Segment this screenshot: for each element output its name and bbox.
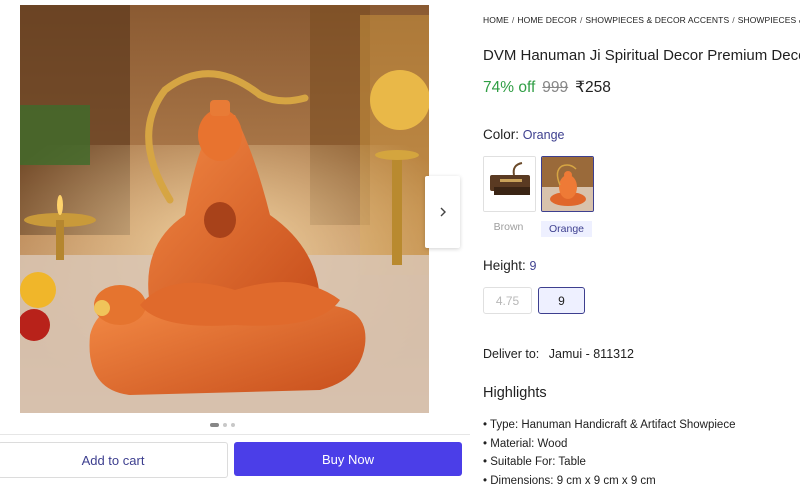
color-option-brown[interactable] bbox=[483, 156, 536, 212]
product-image[interactable] bbox=[20, 5, 429, 413]
delivery-location[interactable]: Deliver to: Jamui - 811312 bbox=[483, 347, 634, 361]
deliver-to-label: Deliver to: bbox=[483, 347, 540, 361]
breadcrumb: HOME / HOME DECOR / SHOWPIECES & DECOR ACCEN… bbox=[483, 15, 800, 25]
color-selector-label: Color: Orange bbox=[483, 127, 564, 142]
delivery-pincode: Jamui - 811312 bbox=[548, 347, 635, 361]
gallery-pagination bbox=[210, 423, 235, 427]
hanuman-statue-photo bbox=[20, 5, 429, 413]
highlight-item: Material: Wood bbox=[483, 435, 735, 454]
breadcrumb-separator: / bbox=[511, 15, 515, 25]
product-title: DVM Hanuman Ji Spiritual Decor Premium D… bbox=[483, 47, 800, 64]
selling-price: ₹258 bbox=[575, 79, 611, 96]
height-selector-label: Height: 9 bbox=[483, 258, 537, 273]
color-option-orange[interactable] bbox=[541, 156, 594, 212]
discount-percent: 74% off bbox=[483, 79, 536, 96]
breadcrumb-item[interactable]: HOME bbox=[483, 15, 509, 25]
selected-height: 9 bbox=[529, 259, 537, 273]
buy-now-button[interactable]: Buy Now bbox=[234, 442, 462, 476]
price-row: 74% off 999 ₹258 bbox=[483, 78, 611, 97]
breadcrumb-item[interactable]: HOME DECOR bbox=[517, 15, 577, 25]
add-to-cart-button[interactable]: Add to cart bbox=[0, 442, 228, 478]
breadcrumb-separator: / bbox=[579, 15, 583, 25]
divider bbox=[0, 434, 470, 435]
brown-variant-thumbnail bbox=[484, 157, 535, 211]
height-option-9[interactable]: 9 bbox=[538, 287, 585, 314]
highlights-list: Type: Hanuman Handicraft & Artifact Show… bbox=[483, 416, 735, 490]
color-option-brown-label[interactable]: Brown bbox=[483, 221, 534, 233]
color-option-orange-label[interactable]: Orange bbox=[541, 221, 592, 237]
color-label: Color: bbox=[483, 127, 520, 142]
original-price: 999 bbox=[542, 79, 569, 96]
next-image-button[interactable] bbox=[425, 176, 460, 248]
selected-color: Orange bbox=[522, 128, 565, 142]
highlight-item: Type: Hanuman Handicraft & Artifact Show… bbox=[483, 416, 735, 435]
breadcrumb-item[interactable]: SHOWPIECES & FIGURINES bbox=[738, 15, 800, 25]
highlight-item: Suitable For: Table bbox=[483, 453, 735, 472]
height-label: Height: bbox=[483, 258, 526, 273]
chevron-right-icon bbox=[440, 207, 446, 217]
height-option-4-75[interactable]: 4.75 bbox=[483, 287, 532, 314]
gallery-dot[interactable] bbox=[210, 423, 219, 427]
orange-variant-thumbnail bbox=[542, 157, 593, 211]
breadcrumb-separator: / bbox=[732, 15, 735, 25]
highlight-item: Dimensions: 9 cm x 9 cm x 9 cm bbox=[483, 472, 735, 490]
highlights-heading: Highlights bbox=[483, 385, 547, 401]
gallery-dot[interactable] bbox=[223, 423, 227, 427]
breadcrumb-item[interactable]: SHOWPIECES & DECOR ACCENTS bbox=[585, 15, 729, 25]
gallery-dot[interactable] bbox=[231, 423, 235, 427]
